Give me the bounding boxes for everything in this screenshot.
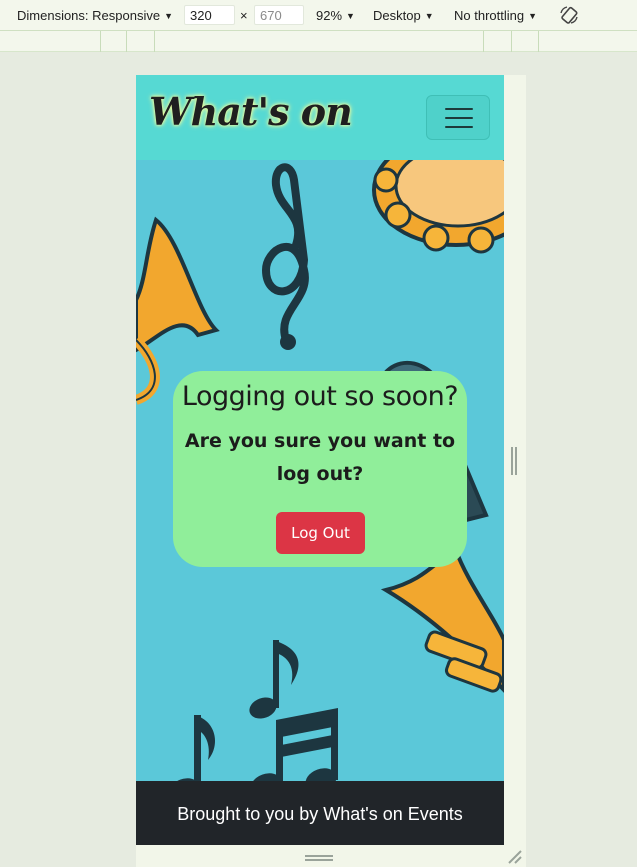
logout-confirmation-card: Logging out so soon? Are you sure you wa… xyxy=(173,371,467,567)
resize-handle-bottom[interactable] xyxy=(305,855,333,861)
chevron-down-icon: ▼ xyxy=(528,11,538,21)
devtools-device-toolbar: Dimensions: Responsive▼ × 92%▼ Desktop▼ … xyxy=(0,0,637,31)
rotate-icon[interactable] xyxy=(558,4,580,26)
device-mode-dropdown[interactable]: Desktop ▼ xyxy=(373,8,434,23)
card-title: Logging out so soon? xyxy=(181,381,459,412)
dimensions-label: Dimensions: Responsive xyxy=(17,8,161,23)
menu-toggle-button[interactable] xyxy=(426,95,490,140)
media-query-ruler[interactable] xyxy=(0,31,637,52)
site-header: What's on xyxy=(136,75,504,160)
zoom-dropdown[interactable]: 92% ▼ xyxy=(316,8,355,23)
viewport-width-input[interactable] xyxy=(184,5,235,25)
viewport-height-input[interactable] xyxy=(254,5,304,25)
footer-text: Brought to you by What's on Events xyxy=(177,804,463,824)
logout-button[interactable]: Log Out xyxy=(276,512,365,554)
dimension-times-sign: × xyxy=(240,8,248,23)
resize-corner-icon[interactable] xyxy=(507,849,523,865)
dimensions-dropdown[interactable]: Dimensions: Responsive ▼ xyxy=(17,8,173,23)
emulated-viewport: What's on Logging out so soon? Are you s… xyxy=(136,75,504,845)
logout-question: Are you sure you want to log out? xyxy=(184,430,456,485)
chevron-down-icon: ▼ xyxy=(164,11,173,21)
throttling-label: No throttling xyxy=(454,8,525,23)
device-mode-label: Desktop xyxy=(373,8,421,23)
throttling-dropdown[interactable]: No throttling ▼ xyxy=(454,8,537,23)
zoom-label: 92% xyxy=(316,8,343,23)
resize-handle-right[interactable] xyxy=(511,447,517,475)
hamburger-icon xyxy=(445,108,473,110)
site-footer: Brought to you by What's on Events xyxy=(136,781,504,845)
chevron-down-icon: ▼ xyxy=(346,11,355,21)
chevron-down-icon: ▼ xyxy=(424,11,434,21)
brand-logo[interactable]: What's on xyxy=(149,89,353,134)
